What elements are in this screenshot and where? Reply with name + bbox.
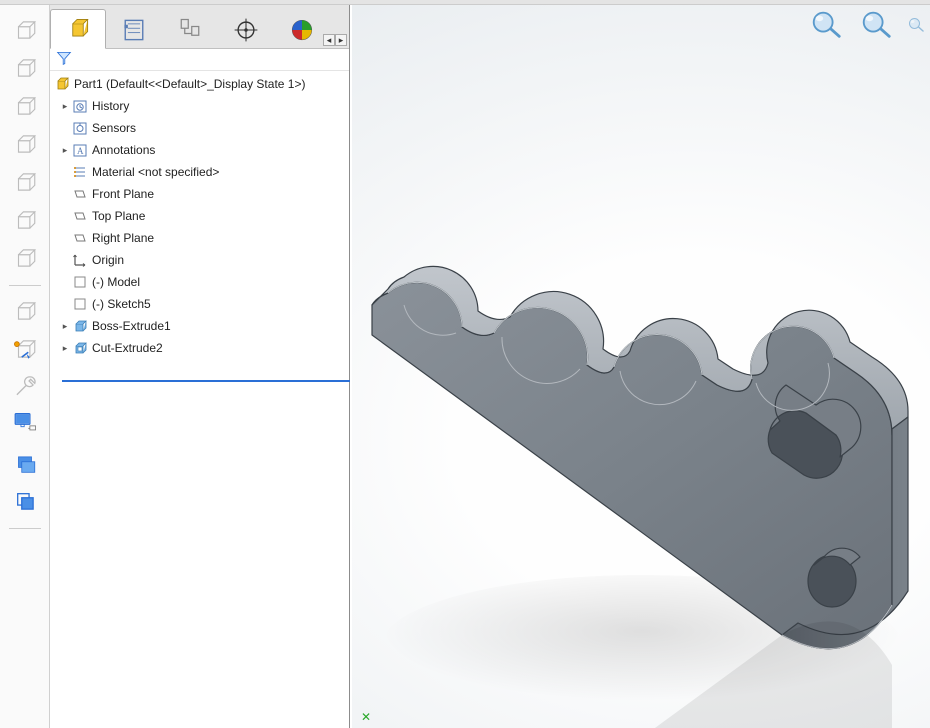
tree-item[interactable]: Origin [50, 249, 349, 271]
panel-splitter[interactable] [347, 5, 351, 728]
tree-item-label: History [92, 99, 129, 113]
tree-expander[interactable]: ▸ [58, 343, 72, 354]
viewport-3d[interactable]: ✕ [352, 5, 930, 728]
tree-item-label: Sensors [92, 121, 136, 135]
tree-item[interactable]: Front Plane [50, 183, 349, 205]
view-bottom-button[interactable] [8, 203, 42, 237]
triad-marker: ✕ [361, 710, 371, 724]
tree-item[interactable]: Right Plane [50, 227, 349, 249]
tab-scroll-arrows: ◂ ▸ [323, 34, 347, 46]
toolbar-divider2 [9, 528, 41, 529]
filter-icon [56, 50, 72, 69]
tab-scroll-left[interactable]: ◂ [323, 34, 335, 46]
tree-item-label: Origin [92, 253, 124, 267]
sketch-icon [72, 296, 88, 312]
view-iso-button[interactable] [8, 241, 42, 275]
material-icon [72, 164, 88, 180]
tab-configuration-manager[interactable] [162, 9, 218, 49]
tree-item-label: (-) Model [92, 275, 140, 289]
filter-row[interactable] [50, 49, 349, 71]
feature-tree: Part1 (Default<<Default>_Display State 1… [50, 71, 349, 361]
tree-item-label: Right Plane [92, 231, 154, 245]
display-tool-button[interactable] [8, 406, 42, 436]
plane-icon [72, 208, 88, 224]
tree-item[interactable]: ▸ Annotations [50, 139, 349, 161]
plane-icon [72, 186, 88, 202]
tree-item-label: Boss-Extrude1 [92, 319, 171, 333]
view-front-button[interactable] [8, 13, 42, 47]
tab-property-manager[interactable] [106, 9, 162, 49]
sensors-icon [72, 120, 88, 136]
history-icon [72, 98, 88, 114]
tree-insert-indicator [62, 380, 350, 382]
model-render [352, 5, 930, 728]
tree-item-label: Cut-Extrude2 [92, 341, 163, 355]
tree-item[interactable]: ▸ Cut-Extrude2 [50, 337, 349, 359]
window-stack-button[interactable] [8, 450, 42, 480]
tree-item[interactable]: Sensors [50, 117, 349, 139]
tab-feature-manager[interactable] [50, 9, 106, 49]
sketch-icon [72, 274, 88, 290]
sketch-tool-button[interactable] [8, 332, 42, 366]
left-toolbar [0, 5, 50, 728]
tree-item[interactable]: (-) Sketch5 [50, 293, 349, 315]
feature-manager-panel: ◂ ▸ Part1 (Default<<Default>_Display Sta… [50, 5, 350, 728]
tree-expander[interactable]: ▸ [58, 145, 72, 156]
tab-scroll-right[interactable]: ▸ [335, 34, 347, 46]
tab-display-manager[interactable] [274, 9, 330, 49]
options-tool-button[interactable] [8, 370, 42, 400]
annotations-icon [72, 142, 88, 158]
tree-item-label: Top Plane [92, 209, 145, 223]
window-stack2-button[interactable] [8, 486, 42, 516]
view-back-button[interactable] [8, 51, 42, 85]
view-right-button[interactable] [8, 127, 42, 161]
tab-dimxpert-manager[interactable] [218, 9, 274, 49]
tree-item[interactable]: ▸ Boss-Extrude1 [50, 315, 349, 337]
view-dimetric-button[interactable] [8, 294, 42, 328]
tree-item-label: (-) Sketch5 [92, 297, 151, 311]
tree-item-label: Annotations [92, 143, 155, 157]
panel-tabs: ◂ ▸ [50, 5, 349, 49]
tree-item-label: Front Plane [92, 187, 154, 201]
tree-expander[interactable]: ▸ [58, 321, 72, 332]
tree-expander[interactable]: ▸ [58, 101, 72, 112]
tree-item[interactable]: ▸ History [50, 95, 349, 117]
tree-root-label: Part1 (Default<<Default>_Display State 1… [74, 77, 305, 91]
view-left-button[interactable] [8, 89, 42, 123]
tree-item-label: Material <not specified> [92, 165, 219, 179]
tree-item[interactable]: (-) Model [50, 271, 349, 293]
plane-icon [72, 230, 88, 246]
cut-extrude-icon [72, 340, 88, 356]
toolbar-divider [9, 285, 41, 286]
view-top-button[interactable] [8, 165, 42, 199]
boss-extrude-icon [72, 318, 88, 334]
part-icon [54, 76, 70, 92]
origin-icon [72, 252, 88, 268]
tree-root[interactable]: Part1 (Default<<Default>_Display State 1… [50, 73, 349, 95]
tree-item[interactable]: Top Plane [50, 205, 349, 227]
tree-item[interactable]: Material <not specified> [50, 161, 349, 183]
